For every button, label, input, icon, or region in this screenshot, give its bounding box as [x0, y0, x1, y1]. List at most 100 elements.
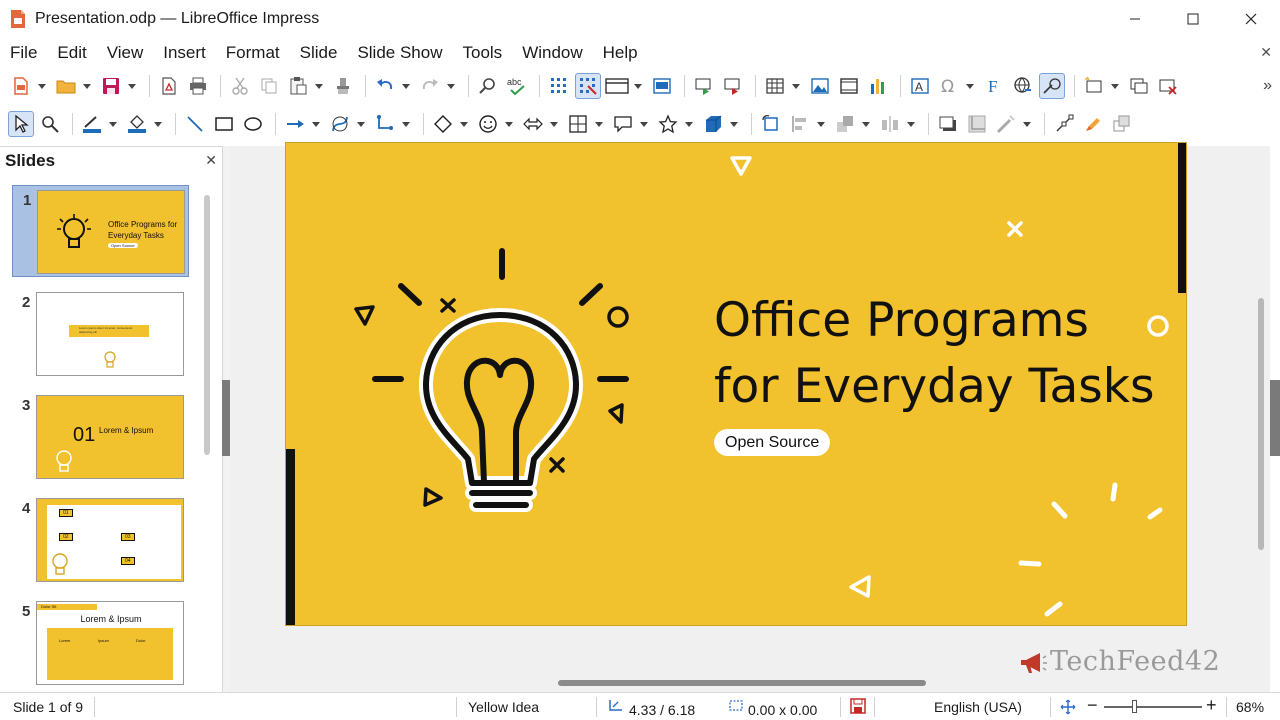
sidebar-handle[interactable]	[1270, 380, 1280, 456]
3d-objects-button[interactable]	[700, 111, 726, 137]
new-dropdown[interactable]	[37, 73, 47, 99]
print-button[interactable]	[185, 73, 211, 99]
menu-window[interactable]: Window	[522, 43, 582, 63]
undo-dropdown[interactable]	[401, 73, 411, 99]
3d-objects-dropdown[interactable]	[729, 111, 739, 137]
save-dropdown[interactable]	[127, 73, 137, 99]
menu-insert[interactable]: Insert	[163, 43, 206, 63]
insert-special-character-button[interactable]: Ω	[936, 73, 962, 99]
toolbar-overflow-icon[interactable]: »	[1263, 77, 1272, 95]
paste-button[interactable]	[285, 73, 311, 99]
paste-dropdown[interactable]	[314, 73, 324, 99]
line-color-dropdown[interactable]	[108, 111, 118, 137]
master-slide-name[interactable]: Yellow Idea	[468, 699, 539, 715]
align-dropdown[interactable]	[816, 111, 826, 137]
close-document-icon[interactable]: ✕	[1260, 44, 1272, 61]
lines-arrows-button[interactable]	[282, 111, 308, 137]
insert-image-button[interactable]	[807, 73, 833, 99]
fit-slide-icon[interactable]	[1060, 699, 1076, 715]
open-source-label[interactable]: Open Source	[714, 429, 831, 456]
callout-shapes-dropdown[interactable]	[639, 111, 649, 137]
slides-pane-scrollbar[interactable]	[204, 195, 210, 455]
duplicate-slide-button[interactable]	[1126, 73, 1152, 99]
redo-button[interactable]	[417, 73, 443, 99]
save-button[interactable]	[98, 73, 124, 99]
filter-dropdown[interactable]	[1022, 111, 1032, 137]
flowchart-button[interactable]	[565, 111, 591, 137]
copy-button[interactable]	[256, 73, 282, 99]
open-button[interactable]	[53, 73, 79, 99]
stars-button[interactable]	[655, 111, 681, 137]
document-modified-icon[interactable]	[850, 698, 866, 714]
new-slide-button[interactable]	[1081, 73, 1107, 99]
spelling-button[interactable]: abc	[504, 73, 530, 99]
zoom-slider-thumb[interactable]	[1132, 700, 1137, 713]
slide-thumbnail-2[interactable]: 2 Lorem ipsum dolor sit amet, consectetu…	[12, 288, 189, 380]
undo-button[interactable]	[372, 73, 398, 99]
basic-shapes-dropdown[interactable]	[459, 111, 469, 137]
insert-line-button[interactable]	[182, 111, 208, 137]
cut-button[interactable]	[227, 73, 253, 99]
new-button[interactable]	[8, 73, 34, 99]
callout-shapes-button[interactable]	[610, 111, 636, 137]
distribute-button[interactable]	[877, 111, 903, 137]
curves-dropdown[interactable]	[356, 111, 366, 137]
insert-fontwork-button[interactable]: F	[981, 73, 1007, 99]
stars-dropdown[interactable]	[684, 111, 694, 137]
show-draw-functions-button[interactable]	[1039, 73, 1065, 99]
arrange-dropdown[interactable]	[861, 111, 871, 137]
menu-slide-show[interactable]: Slide Show	[357, 43, 442, 63]
collapse-pane-handle[interactable]	[222, 380, 230, 456]
slide-canvas[interactable]: Office Programs for Everyday Tasks Open …	[286, 143, 1186, 625]
new-slide-dropdown[interactable]	[1110, 73, 1120, 99]
start-current-slide-button[interactable]	[720, 73, 746, 99]
vertical-scrollbar[interactable]	[1258, 298, 1264, 550]
close-pane-icon[interactable]: ✕	[205, 152, 217, 169]
open-dropdown[interactable]	[82, 73, 92, 99]
insert-rectangle-button[interactable]	[211, 111, 237, 137]
insert-ellipse-button[interactable]	[240, 111, 266, 137]
menu-view[interactable]: View	[107, 43, 144, 63]
table-dropdown[interactable]	[791, 73, 801, 99]
shadow-button[interactable]	[935, 111, 961, 137]
arrange-button[interactable]	[832, 111, 858, 137]
fill-color-button[interactable]	[124, 111, 150, 137]
curves-button[interactable]	[327, 111, 353, 137]
lines-arrows-dropdown[interactable]	[311, 111, 321, 137]
menu-file[interactable]: File	[10, 43, 37, 63]
filter-button[interactable]	[993, 111, 1019, 137]
horizontal-scrollbar[interactable]	[558, 680, 926, 686]
helplines-button[interactable]	[575, 73, 601, 99]
master-slide-button[interactable]	[649, 73, 675, 99]
flowchart-dropdown[interactable]	[594, 111, 604, 137]
rotate-button[interactable]	[758, 111, 784, 137]
select-tool-button[interactable]	[8, 111, 34, 137]
minimize-button[interactable]	[1106, 0, 1164, 38]
menu-format[interactable]: Format	[226, 43, 280, 63]
zoom-in-icon[interactable]: +	[1206, 695, 1217, 716]
menu-tools[interactable]: Tools	[463, 43, 503, 63]
block-arrows-dropdown[interactable]	[549, 111, 559, 137]
crop-button[interactable]	[964, 111, 990, 137]
zoom-slider[interactable]	[1104, 700, 1202, 713]
slide-thumbnail-4[interactable]: 4 01 02 03 04	[12, 494, 189, 586]
slide-thumbnail-3[interactable]: 3 01 Lorem & Ipsum	[12, 391, 189, 483]
slide-thumbnail-1[interactable]: 1 Office Programs for Everyday Tasks Ope…	[12, 185, 189, 277]
zoom-pan-button[interactable]	[37, 111, 63, 137]
language[interactable]: English (USA)	[934, 699, 1022, 715]
display-grid-button[interactable]	[546, 73, 572, 99]
redo-dropdown[interactable]	[446, 73, 456, 99]
menu-help[interactable]: Help	[603, 43, 638, 63]
glue-points-button[interactable]	[1080, 111, 1106, 137]
connectors-dropdown[interactable]	[401, 111, 411, 137]
maximize-button[interactable]	[1164, 0, 1222, 38]
insert-hyperlink-button[interactable]	[1010, 73, 1036, 99]
connectors-button[interactable]	[372, 111, 398, 137]
zoom-out-icon[interactable]: −	[1087, 695, 1098, 716]
toggle-extrusion-button[interactable]	[1109, 111, 1135, 137]
align-objects-button[interactable]	[787, 111, 813, 137]
slide-thumbnail-5[interactable]: 5 Dolor Sit Lorem & Ipsum Lorem Ipsum Do…	[12, 597, 189, 689]
block-arrows-button[interactable]	[520, 111, 546, 137]
symbol-shapes-dropdown[interactable]	[504, 111, 514, 137]
insert-chart-button[interactable]	[865, 73, 891, 99]
